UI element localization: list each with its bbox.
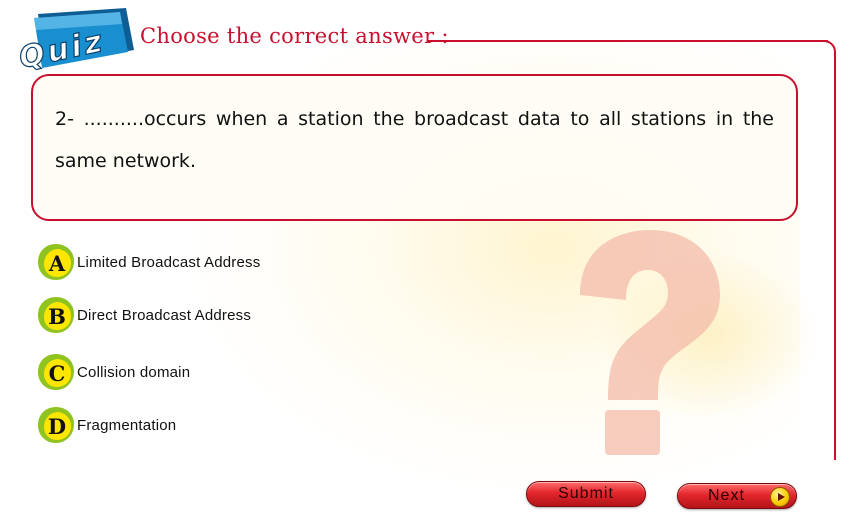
frame-right-line [834,56,836,460]
option-d-letter: D [48,414,66,439]
frame-top-line [428,40,828,42]
quiz-badge: Quiz [8,6,134,72]
option-a-letter: A [48,251,66,276]
option-d-badge-icon: D [36,405,76,445]
option-c-badge-icon: C [36,352,76,392]
next-button[interactable]: Next [677,483,797,509]
option-b-letter: B [48,304,66,329]
play-arrow-icon [770,487,790,507]
option-a-badge-icon: A [36,242,76,282]
option-c-label: Collision domain [77,363,191,381]
option-c[interactable]: C Collision domain [36,352,190,392]
option-b-label: Direct Broadcast Address [77,306,252,324]
option-d[interactable]: D Fragmentation [36,405,176,445]
page-title: Choose the correct answer : [140,24,449,48]
option-b[interactable]: B Direct Broadcast Address [36,295,251,335]
question-mark-icon [560,225,730,460]
submit-button[interactable]: Submit [526,481,646,507]
option-c-letter: C [49,361,66,386]
question-box: 2- ..........occurs when a station the b… [31,74,798,221]
option-a[interactable]: A Limited Broadcast Address [36,242,260,282]
question-text: 2- ..........occurs when a station the b… [55,108,774,172]
quiz-badge-graphic: Quiz [15,8,134,72]
option-a-label: Limited Broadcast Address [77,253,261,271]
quiz-badge-label: Quiz [16,24,108,72]
submit-button-label: Submit [558,485,614,502]
option-b-badge-icon: B [36,295,76,335]
option-d-label: Fragmentation [77,416,177,434]
next-button-label: Next [708,487,745,504]
